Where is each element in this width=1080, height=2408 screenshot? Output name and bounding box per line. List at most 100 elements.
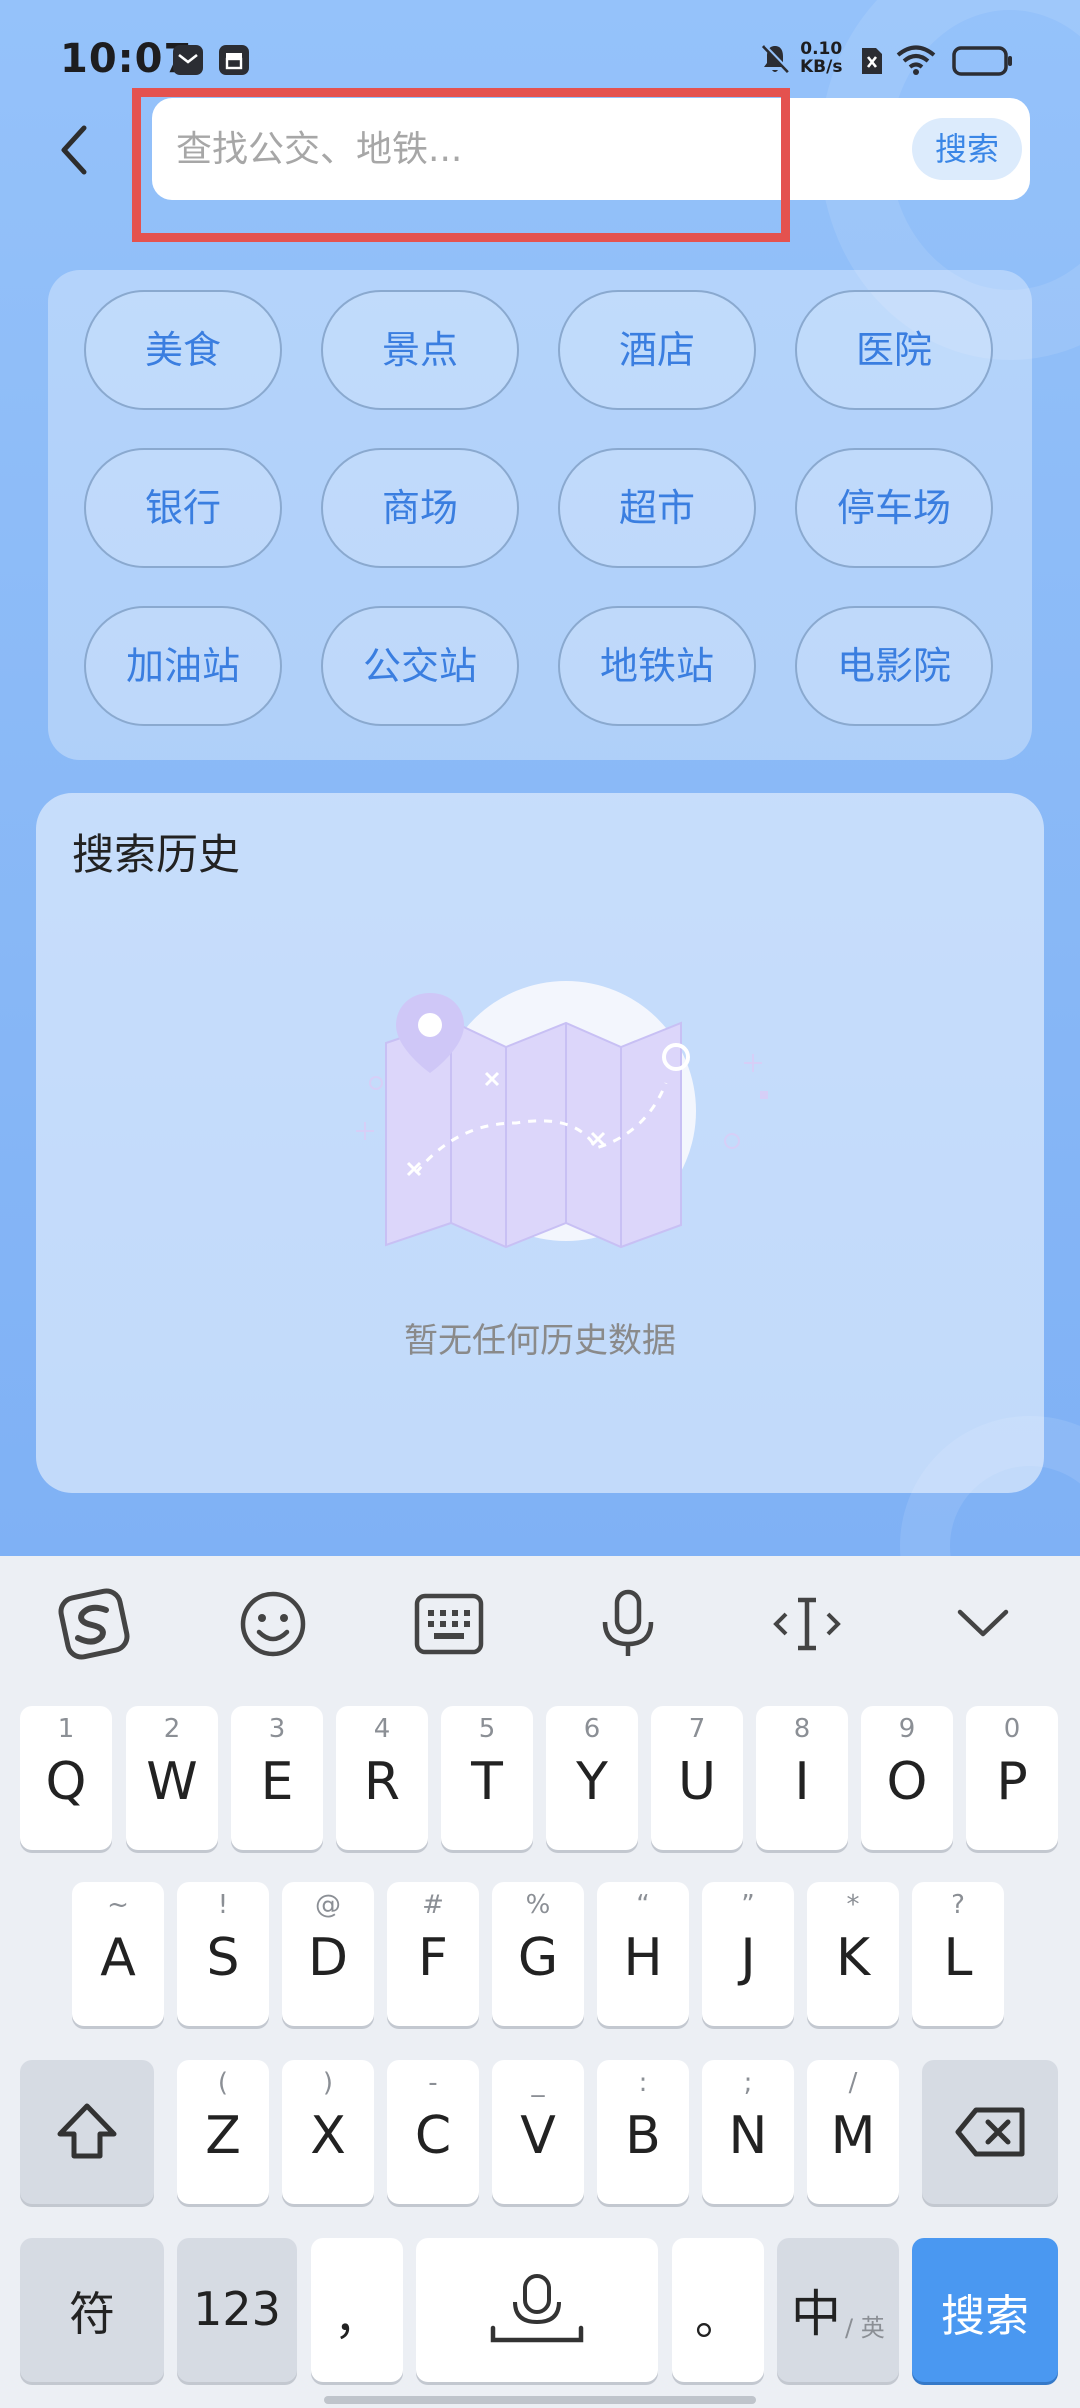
category-chip[interactable]: 商场 <box>321 448 519 568</box>
key-n[interactable]: ; N <box>702 2060 794 2204</box>
key-sub-label: 3 <box>268 1714 286 1744</box>
search-enter-key[interactable]: 搜索 <box>912 2238 1058 2382</box>
key-sub-label: ; <box>743 2068 753 2098</box>
category-chip[interactable]: 加油站 <box>84 606 282 726</box>
key-o[interactable]: 9O <box>861 1706 953 1850</box>
key-k[interactable]: * K <box>807 1882 899 2026</box>
map-search-screen: 10:07 0.10 KB/s 查找公交、地铁... 搜索 美食 景点 酒店 医… <box>0 0 1080 1556</box>
key-w[interactable]: 2W <box>126 1706 218 1850</box>
key-sub-label: 9 <box>898 1714 916 1744</box>
keyboard-icon[interactable] <box>404 1588 494 1660</box>
key-sub-label: 0 <box>1003 1714 1021 1744</box>
backspace-icon <box>955 2107 1025 2157</box>
mute-icon <box>761 44 791 74</box>
category-chip[interactable]: 停车场 <box>795 448 993 568</box>
collapse-chevron-icon[interactable] <box>938 1588 1028 1660</box>
key-e[interactable]: 3E <box>231 1706 323 1850</box>
key-sub-label: “ <box>636 1890 650 1920</box>
key-sub-label: ” <box>741 1890 755 1920</box>
key-q[interactable]: 1Q <box>20 1706 112 1850</box>
category-chip[interactable]: 公交站 <box>321 606 519 726</box>
key-c[interactable]: -C <box>387 2060 479 2204</box>
key-m[interactable]: / M <box>807 2060 899 2204</box>
key-main-label: D <box>307 1928 349 1988</box>
key-z[interactable]: (Z <box>177 2060 269 2204</box>
key-main-label: G <box>517 1928 559 1988</box>
shift-key[interactable] <box>20 2060 154 2204</box>
key-u[interactable]: 7U <box>651 1706 743 1850</box>
key-r[interactable]: 4R <box>336 1706 428 1850</box>
category-chip[interactable]: 酒店 <box>558 290 756 410</box>
cursor-icon[interactable] <box>762 1588 852 1660</box>
key-main-label: T <box>471 1752 503 1812</box>
category-chip[interactable]: 银行 <box>84 448 282 568</box>
key-sub-label: ? <box>951 1890 965 1920</box>
no-sim-icon <box>862 48 882 74</box>
numbers-key[interactable]: 123 <box>177 2238 297 2382</box>
language-toggle-key[interactable]: 中 / 英 <box>777 2238 899 2382</box>
key-main-label: R <box>363 1752 401 1812</box>
sogou-logo-icon[interactable] <box>48 1588 138 1660</box>
key-sub-label: @ <box>315 1890 341 1920</box>
key-y[interactable]: 6Y <box>546 1706 638 1850</box>
key-p[interactable]: 0P <box>966 1706 1058 1850</box>
key-sub-label: / <box>848 2068 858 2098</box>
key-main-label: Q <box>45 1752 87 1812</box>
category-chip[interactable]: 医院 <box>795 290 993 410</box>
category-chip[interactable]: 美食 <box>84 290 282 410</box>
key-main-label: M <box>830 2106 876 2166</box>
empty-map-illustration-icon <box>356 981 768 1249</box>
key-sub-label: _ <box>531 2068 545 2098</box>
shift-arrow-icon <box>57 2103 117 2159</box>
symbols-key[interactable]: 符 <box>20 2238 164 2382</box>
category-chip[interactable]: 地铁站 <box>558 606 756 726</box>
key-h[interactable]: “H <box>597 1882 689 2026</box>
comma-key-label: ， <box>334 2291 380 2345</box>
key-main-label: Z <box>205 2106 241 2166</box>
key-sub-label: : <box>638 2068 648 2098</box>
microphone-icon[interactable] <box>583 1588 673 1660</box>
key-j[interactable]: ” J <box>702 1882 794 2026</box>
emoji-icon[interactable] <box>228 1588 318 1660</box>
key-d[interactable]: @ D <box>282 1882 374 2026</box>
key-sub-label: 7 <box>688 1714 706 1744</box>
backspace-key[interactable] <box>922 2060 1058 2204</box>
key-i[interactable]: 8I <box>756 1706 848 1850</box>
network-speed-unit: KB/s <box>800 57 843 77</box>
key-sub-label: 2 <box>163 1714 181 1744</box>
back-arrow-icon[interactable] <box>50 118 100 182</box>
category-chip[interactable]: 超市 <box>558 448 756 568</box>
search-enter-label: 搜索 <box>941 2291 1029 2342</box>
key-sub-label: ~ <box>107 1890 129 1920</box>
key-sub-label: 8 <box>793 1714 811 1744</box>
key-main-label: U <box>677 1752 717 1812</box>
key-sub-label: ! <box>217 1890 229 1920</box>
key-sub-label: 5 <box>478 1714 496 1744</box>
key-v[interactable]: _ V <box>492 2060 584 2204</box>
key-l[interactable]: ? L <box>912 1882 1004 2026</box>
key-a[interactable]: ~ A <box>72 1882 164 2026</box>
key-main-label: F <box>418 1928 448 1988</box>
network-speed-value: 0.10 <box>800 39 843 59</box>
mail-notification-icon <box>173 45 203 75</box>
key-b[interactable]: :B <box>597 2060 689 2204</box>
key-f[interactable]: # F <box>387 1882 479 2026</box>
key-main-label: S <box>206 1928 240 1988</box>
wifi-icon <box>896 45 936 75</box>
space-key[interactable] <box>416 2238 658 2382</box>
category-chip[interactable]: 景点 <box>321 290 519 410</box>
key-main-label: K <box>835 1928 871 1988</box>
key-t[interactable]: 5T <box>441 1706 533 1850</box>
category-chip[interactable]: 电影院 <box>795 606 993 726</box>
key-sub-label: ) <box>322 2068 334 2098</box>
period-key[interactable]: 。 <box>672 2238 764 2382</box>
comma-key[interactable]: ， <box>311 2238 403 2382</box>
space-voice-icon <box>490 2274 584 2343</box>
search-button[interactable]: 搜索 <box>912 118 1022 180</box>
key-main-label: V <box>520 2106 556 2166</box>
key-main-label: J <box>740 1928 756 1988</box>
key-x[interactable]: ) X <box>282 2060 374 2204</box>
key-s[interactable]: ! S <box>177 1882 269 2026</box>
key-g[interactable]: % G <box>492 1882 584 2026</box>
category-panel: 美食 景点 酒店 医院 银行 商场 超市 停车场 加油站 公交站 地铁站 电影院 <box>48 270 1032 760</box>
